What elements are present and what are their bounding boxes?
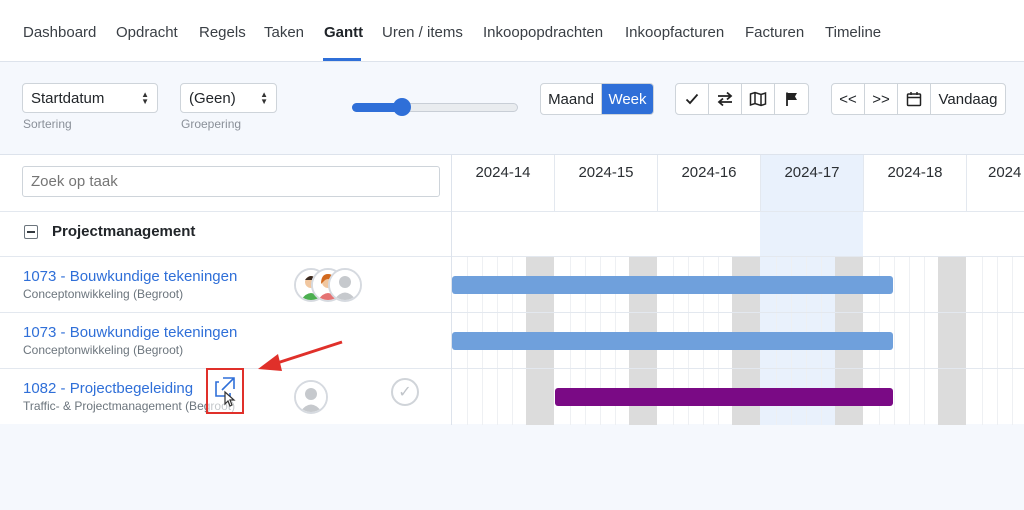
group-label: Groepering xyxy=(181,117,242,131)
weekend-column xyxy=(938,256,966,425)
sort-select-value: Startdatum xyxy=(31,90,105,107)
check-button[interactable] xyxy=(676,84,709,114)
prev-button[interactable]: << xyxy=(832,84,865,114)
flag-button[interactable] xyxy=(775,84,808,114)
swap-arrows-icon xyxy=(717,91,733,107)
tab-regels[interactable]: Regels xyxy=(199,24,246,41)
sort-label: Sortering xyxy=(23,117,72,131)
week-header: 2024-17 xyxy=(761,155,864,211)
task-subtitle: Conceptonwikkeling (Begroot) xyxy=(23,287,184,301)
tab-taken[interactable]: Taken xyxy=(264,24,304,41)
annotation-arrow-icon xyxy=(258,340,343,371)
checkmark-icon: ✓ xyxy=(398,384,412,401)
sort-caret-icon: ▲ ▼ xyxy=(141,90,149,106)
week-header: 2024-14 xyxy=(452,155,555,211)
task-bar[interactable] xyxy=(452,332,893,350)
week-header: 2024 xyxy=(967,155,1024,211)
active-tab-indicator xyxy=(323,58,361,61)
group-title: Projectmanagement xyxy=(52,223,196,240)
task-title-link[interactable]: 1073 - Bouwkundige tekeningen xyxy=(23,324,237,341)
group-caret-icon: ▲ ▼ xyxy=(260,90,268,106)
week-header: 2024-15 xyxy=(555,155,658,211)
top-nav: Dashboard Opdracht Regels Taken Gantt Ur… xyxy=(0,0,1024,62)
tab-facturen[interactable]: Facturen xyxy=(745,24,804,41)
tab-dashboard[interactable]: Dashboard xyxy=(23,24,96,41)
task-subtitle: Conceptonwikkeling (Begroot) xyxy=(23,343,184,357)
week-header: 2024-16 xyxy=(658,155,761,211)
flag-icon xyxy=(785,92,797,106)
calendar-button[interactable] xyxy=(898,84,931,114)
tab-inkoopfacturen[interactable]: Inkoopfacturen xyxy=(625,24,724,41)
group-select-value: (Geen) xyxy=(189,90,236,107)
map-icon xyxy=(749,91,767,107)
zoom-slider-thumb[interactable] xyxy=(393,98,411,116)
month-view-button[interactable]: Maand xyxy=(541,84,602,114)
check-icon xyxy=(685,93,699,105)
tab-uren-items[interactable]: Uren / items xyxy=(382,24,463,41)
group-select[interactable]: (Geen) ▲ ▼ xyxy=(180,83,277,113)
swap-button[interactable] xyxy=(709,84,742,114)
collapse-group-icon[interactable] xyxy=(24,225,38,239)
map-button[interactable] xyxy=(742,84,775,114)
user-avatar[interactable] xyxy=(328,268,362,302)
tab-opdracht[interactable]: Opdracht xyxy=(116,24,178,41)
task-search-input[interactable] xyxy=(22,166,440,197)
tool-button-group xyxy=(675,83,809,115)
tab-gantt[interactable]: Gantt xyxy=(324,24,363,41)
default-avatar-icon xyxy=(330,270,360,300)
task-subtitle: Traffic- & Projectmanagement (Begroot) xyxy=(23,399,236,413)
complete-task-button[interactable]: ✓ xyxy=(391,378,419,406)
next-button[interactable]: >> xyxy=(865,84,898,114)
default-avatar-icon xyxy=(296,382,326,412)
user-avatar[interactable] xyxy=(294,380,328,414)
tab-inkoopopdrachten[interactable]: Inkoopopdrachten xyxy=(483,24,603,41)
week-header: 2024-18 xyxy=(864,155,967,211)
today-button[interactable]: Vandaag xyxy=(931,84,1005,114)
sort-select[interactable]: Startdatum ▲ ▼ xyxy=(22,83,158,113)
task-bar[interactable] xyxy=(452,276,893,294)
date-nav-group: << >> Vandaag xyxy=(831,83,1006,115)
task-title-link[interactable]: 1073 - Bouwkundige tekeningen xyxy=(23,268,237,285)
task-title-link[interactable]: 1082 - Projectbegeleiding xyxy=(23,380,193,397)
week-view-button[interactable]: Week xyxy=(602,84,653,114)
tab-timeline[interactable]: Timeline xyxy=(825,24,881,41)
calendar-icon xyxy=(906,92,922,107)
open-external-link-button[interactable] xyxy=(206,368,244,414)
task-bar[interactable] xyxy=(555,388,893,406)
external-link-icon xyxy=(215,377,236,407)
view-toggle: Maand Week xyxy=(540,83,654,115)
